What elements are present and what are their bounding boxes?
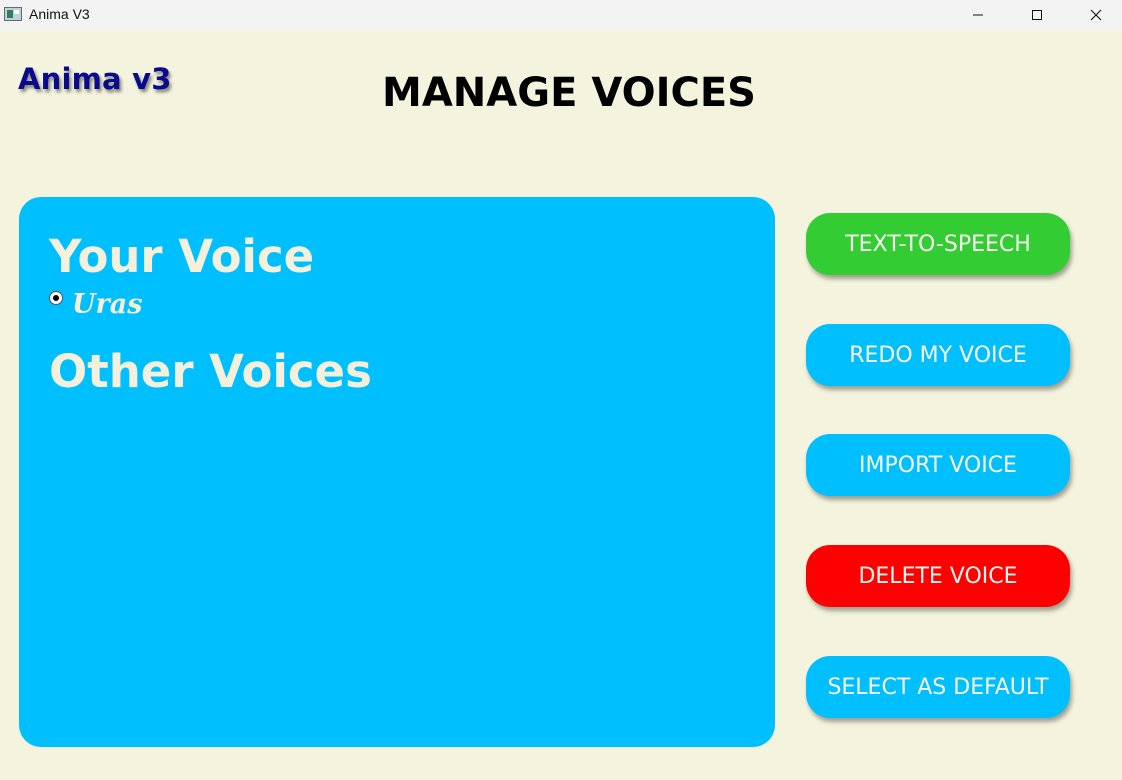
select-as-default-button[interactable]: SELECT AS DEFAULT bbox=[806, 656, 1070, 718]
app-icon bbox=[4, 7, 22, 21]
other-voices-heading: Other Voices bbox=[49, 345, 372, 398]
text-to-speech-button[interactable]: TEXT-TO-SPEECH bbox=[806, 213, 1070, 275]
window-title-bar: Anima V3 bbox=[0, 0, 1122, 30]
window-title: Anima V3 bbox=[29, 6, 90, 22]
import-voice-button[interactable]: IMPORT VOICE bbox=[806, 434, 1070, 496]
voice-name: Uras bbox=[72, 289, 143, 320]
maximize-icon bbox=[1032, 10, 1042, 20]
close-icon bbox=[1090, 9, 1102, 21]
voice-item-uras[interactable]: Uras bbox=[49, 289, 142, 320]
minimize-icon bbox=[973, 14, 983, 16]
delete-voice-button[interactable]: DELETE VOICE bbox=[806, 545, 1070, 607]
your-voice-heading: Your Voice bbox=[49, 230, 315, 283]
page-title: MANAGE VOICES bbox=[382, 70, 756, 116]
maximize-button[interactable] bbox=[1014, 0, 1060, 30]
close-button[interactable] bbox=[1073, 0, 1119, 30]
redo-my-voice-button[interactable]: REDO MY VOICE bbox=[806, 324, 1070, 386]
voice-list-panel: Your Voice Uras Other Voices bbox=[19, 197, 775, 747]
minimize-button[interactable] bbox=[955, 0, 1001, 30]
voice-radio-button[interactable] bbox=[49, 290, 63, 305]
